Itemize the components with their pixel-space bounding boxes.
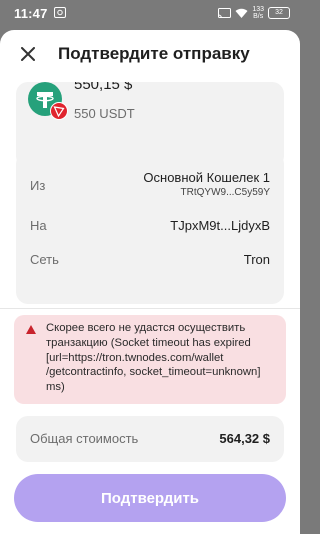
- total-label: Общая стоимость: [30, 431, 139, 446]
- to-label: На: [30, 218, 47, 233]
- net-speed-unit: B/s: [253, 13, 264, 20]
- net-speed-value: 133: [252, 6, 264, 13]
- from-address: TRtQYW9...C5y59Y: [180, 187, 270, 198]
- confirm-sheet: Подтвердите отправку 550,15 $ 550 USDT И…: [0, 30, 300, 534]
- warning-text: Скорее всего не удастся осуществить тран…: [46, 322, 261, 394]
- status-system-icons: 133 B/s 32: [218, 6, 290, 20]
- to-row: На TJpxM9t...LjdyxB: [30, 218, 270, 236]
- from-wallet-name: Основной Кошелек 1: [143, 170, 270, 185]
- from-label: Из: [30, 178, 46, 193]
- network-value: Tron: [243, 252, 270, 267]
- sheet-header: Подтвердите отправку: [0, 30, 300, 78]
- warning-icon: [26, 325, 36, 334]
- tron-icon: [50, 102, 68, 120]
- warning-banner: Скорее всего не удастся осуществить тран…: [14, 315, 286, 404]
- cast-icon: [218, 7, 232, 18]
- token-logo: [28, 82, 68, 122]
- confirm-button[interactable]: Подтвердить: [14, 474, 286, 522]
- details-card: Из Основной Кошелек 1 TRtQYW9...C5y59Y Н…: [16, 152, 284, 304]
- battery-icon: 32: [268, 7, 290, 19]
- section-divider: [0, 308, 300, 309]
- token-amount: 550 USDT: [74, 106, 135, 121]
- to-address: TJpxM9t...LjdyxB: [170, 218, 270, 233]
- battery-level: 32: [275, 9, 283, 16]
- close-button[interactable]: [16, 42, 40, 66]
- from-row: Из Основной Кошелек 1 TRtQYW9...C5y59Y: [30, 170, 270, 200]
- page-title: Подтвердите отправку: [58, 44, 250, 63]
- wifi-icon: [235, 8, 248, 18]
- status-time: 11:47: [14, 6, 48, 21]
- network-label: Сеть: [30, 252, 59, 267]
- close-icon: [21, 47, 35, 61]
- status-notification-icons: [54, 7, 66, 18]
- total-card: Общая стоимость 564,32 $: [16, 416, 284, 462]
- status-bar: 11:47 133 B/s 32: [0, 0, 300, 28]
- total-value: 564,32 $: [219, 431, 270, 446]
- net-speed: 133 B/s: [252, 6, 264, 20]
- network-row: Сеть Tron: [30, 252, 270, 270]
- gallery-notification-icon: [54, 7, 66, 18]
- fiat-amount: 550,15 $: [74, 82, 133, 93]
